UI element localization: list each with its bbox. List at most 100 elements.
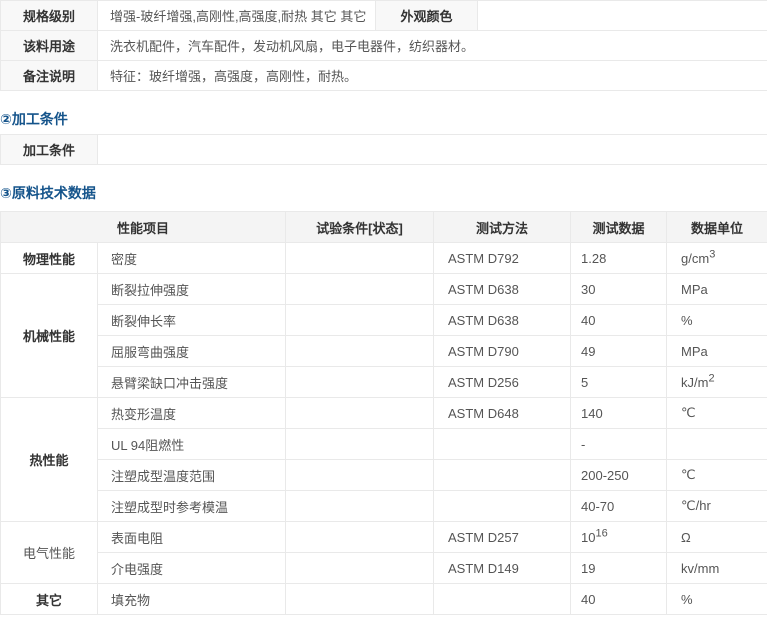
- unit-text: %: [681, 313, 693, 328]
- table-row: 注塑成型温度范围 200-250 ℃: [1, 460, 767, 491]
- table-row: UL 94阻燃性 -: [1, 429, 767, 460]
- unit-superscript: 2: [708, 372, 714, 384]
- column-header-method: 测试方法: [434, 212, 571, 243]
- value-text: 140: [581, 406, 603, 421]
- value-text: 1.28: [581, 251, 606, 266]
- appearance-color-label: 外观颜色: [376, 1, 478, 31]
- condition-cell: [286, 274, 434, 305]
- processing-conditions-table: 加工条件: [0, 134, 767, 165]
- property-cell: 注塑成型温度范围: [98, 460, 286, 491]
- method-cell: ASTM D638: [434, 305, 571, 336]
- property-cell: 断裂伸长率: [98, 305, 286, 336]
- unit-text: ℃/hr: [681, 498, 711, 513]
- table-row: 悬臂梁缺口冲击强度 ASTM D256 5 kJ/m2: [1, 367, 767, 398]
- value-cell: 140: [571, 398, 667, 429]
- value-superscript: 16: [595, 527, 607, 539]
- category-cell-mechanical: 机械性能: [1, 274, 98, 398]
- method-cell: ASTM D256: [434, 367, 571, 398]
- method-cell: ASTM D257: [434, 522, 571, 553]
- value-text: 40: [581, 592, 595, 607]
- tech-data-table: 性能项目 试验条件[状态] 测试方法 测试数据 数据单位 物理性能 密度 AST…: [0, 211, 767, 615]
- table-row: 断裂伸长率 ASTM D638 40 %: [1, 305, 767, 336]
- table-row: 屈服弯曲强度 ASTM D790 49 MPa: [1, 336, 767, 367]
- property-cell: 断裂拉伸强度: [98, 274, 286, 305]
- category-cell-thermal: 热性能: [1, 398, 98, 522]
- value-cell: 40: [571, 584, 667, 615]
- value-text: 19: [581, 561, 595, 576]
- material-datasheet-page: 规格级别 增强-玻纤增强,高刚性,高强度,耐热 其它 其它 外观颜色 该料用途 …: [0, 0, 767, 615]
- unit-cell: [667, 429, 767, 460]
- unit-text: MPa: [681, 344, 708, 359]
- value-cell: 49: [571, 336, 667, 367]
- unit-text: %: [681, 592, 693, 607]
- value-text: 40: [581, 313, 595, 328]
- unit-cell: %: [667, 305, 767, 336]
- property-cell: 屈服弯曲强度: [98, 336, 286, 367]
- processing-section-title: ②加工条件: [0, 111, 767, 127]
- method-cell: ASTM D638: [434, 274, 571, 305]
- unit-cell: MPa: [667, 336, 767, 367]
- unit-cell: g/cm3: [667, 243, 767, 274]
- table-row: 介电强度 ASTM D149 19 kv/mm: [1, 553, 767, 584]
- column-header-condition: 试验条件[状态]: [286, 212, 434, 243]
- unit-cell: kv/mm: [667, 553, 767, 584]
- value-cell: 5: [571, 367, 667, 398]
- value-cell: -: [571, 429, 667, 460]
- value-cell: 1016: [571, 522, 667, 553]
- unit-cell: ℃: [667, 398, 767, 429]
- table-row: 其它 填充物 40 %: [1, 584, 767, 615]
- method-cell: [434, 429, 571, 460]
- category-cell-electrical: 电气性能: [1, 522, 98, 584]
- method-cell: [434, 491, 571, 522]
- property-cell: 热变形温度: [98, 398, 286, 429]
- table-row: 物理性能 密度 ASTM D792 1.28 g/cm3: [1, 243, 767, 274]
- tech-data-section-title: ③原料技术数据: [0, 185, 767, 201]
- unit-text: kv/mm: [681, 561, 719, 576]
- unit-cell: kJ/m2: [667, 367, 767, 398]
- unit-cell: ℃: [667, 460, 767, 491]
- property-cell: 介电强度: [98, 553, 286, 584]
- remarks-value: 特征：玻纤增强，高强度，高刚性，耐热。: [98, 61, 767, 91]
- table-row: 该料用途 洗衣机配件，汽车配件，发动机风扇，电子电器件，纺织器材。: [1, 31, 767, 61]
- unit-text: kJ/m: [681, 375, 708, 390]
- condition-cell: [286, 491, 434, 522]
- unit-text: Ω: [681, 530, 691, 545]
- appearance-color-value: [478, 1, 767, 31]
- value-cell: 40-70: [571, 491, 667, 522]
- unit-text: ℃: [681, 467, 696, 482]
- value-cell: 200-250: [571, 460, 667, 491]
- unit-text: ℃: [681, 405, 696, 420]
- table-row: 机械性能 断裂拉伸强度 ASTM D638 30 MPa: [1, 274, 767, 305]
- spec-grade-value: 增强-玻纤增强,高刚性,高强度,耐热 其它 其它: [98, 1, 376, 31]
- condition-cell: [286, 243, 434, 274]
- value-text: 5: [581, 375, 588, 390]
- method-cell: [434, 584, 571, 615]
- column-header-property: 性能项目: [1, 212, 286, 243]
- table-row: 热性能 热变形温度 ASTM D648 140 ℃: [1, 398, 767, 429]
- value-text: 30: [581, 282, 595, 297]
- usage-label: 该料用途: [1, 31, 98, 61]
- condition-cell: [286, 553, 434, 584]
- property-cell: 填充物: [98, 584, 286, 615]
- value-text: -: [581, 437, 585, 452]
- processing-conditions-label: 加工条件: [1, 135, 98, 165]
- table-header-row: 性能项目 试验条件[状态] 测试方法 测试数据 数据单位: [1, 212, 767, 243]
- method-cell: ASTM D790: [434, 336, 571, 367]
- category-cell-other: 其它: [1, 584, 98, 615]
- value-cell: 1.28: [571, 243, 667, 274]
- condition-cell: [286, 522, 434, 553]
- unit-cell: MPa: [667, 274, 767, 305]
- unit-cell: ℃/hr: [667, 491, 767, 522]
- method-cell: [434, 460, 571, 491]
- value-text: 10: [581, 530, 595, 545]
- value-text: 200-250: [581, 468, 629, 483]
- unit-text: MPa: [681, 282, 708, 297]
- table-row: 注塑成型时参考模温 40-70 ℃/hr: [1, 491, 767, 522]
- unit-cell: Ω: [667, 522, 767, 553]
- table-row: 加工条件: [1, 135, 767, 165]
- column-header-unit: 数据单位: [667, 212, 767, 243]
- table-row: 备注说明 特征：玻纤增强，高强度，高刚性，耐热。: [1, 61, 767, 91]
- table-row: 电气性能 表面电阻 ASTM D257 1016 Ω: [1, 522, 767, 553]
- condition-cell: [286, 460, 434, 491]
- unit-cell: %: [667, 584, 767, 615]
